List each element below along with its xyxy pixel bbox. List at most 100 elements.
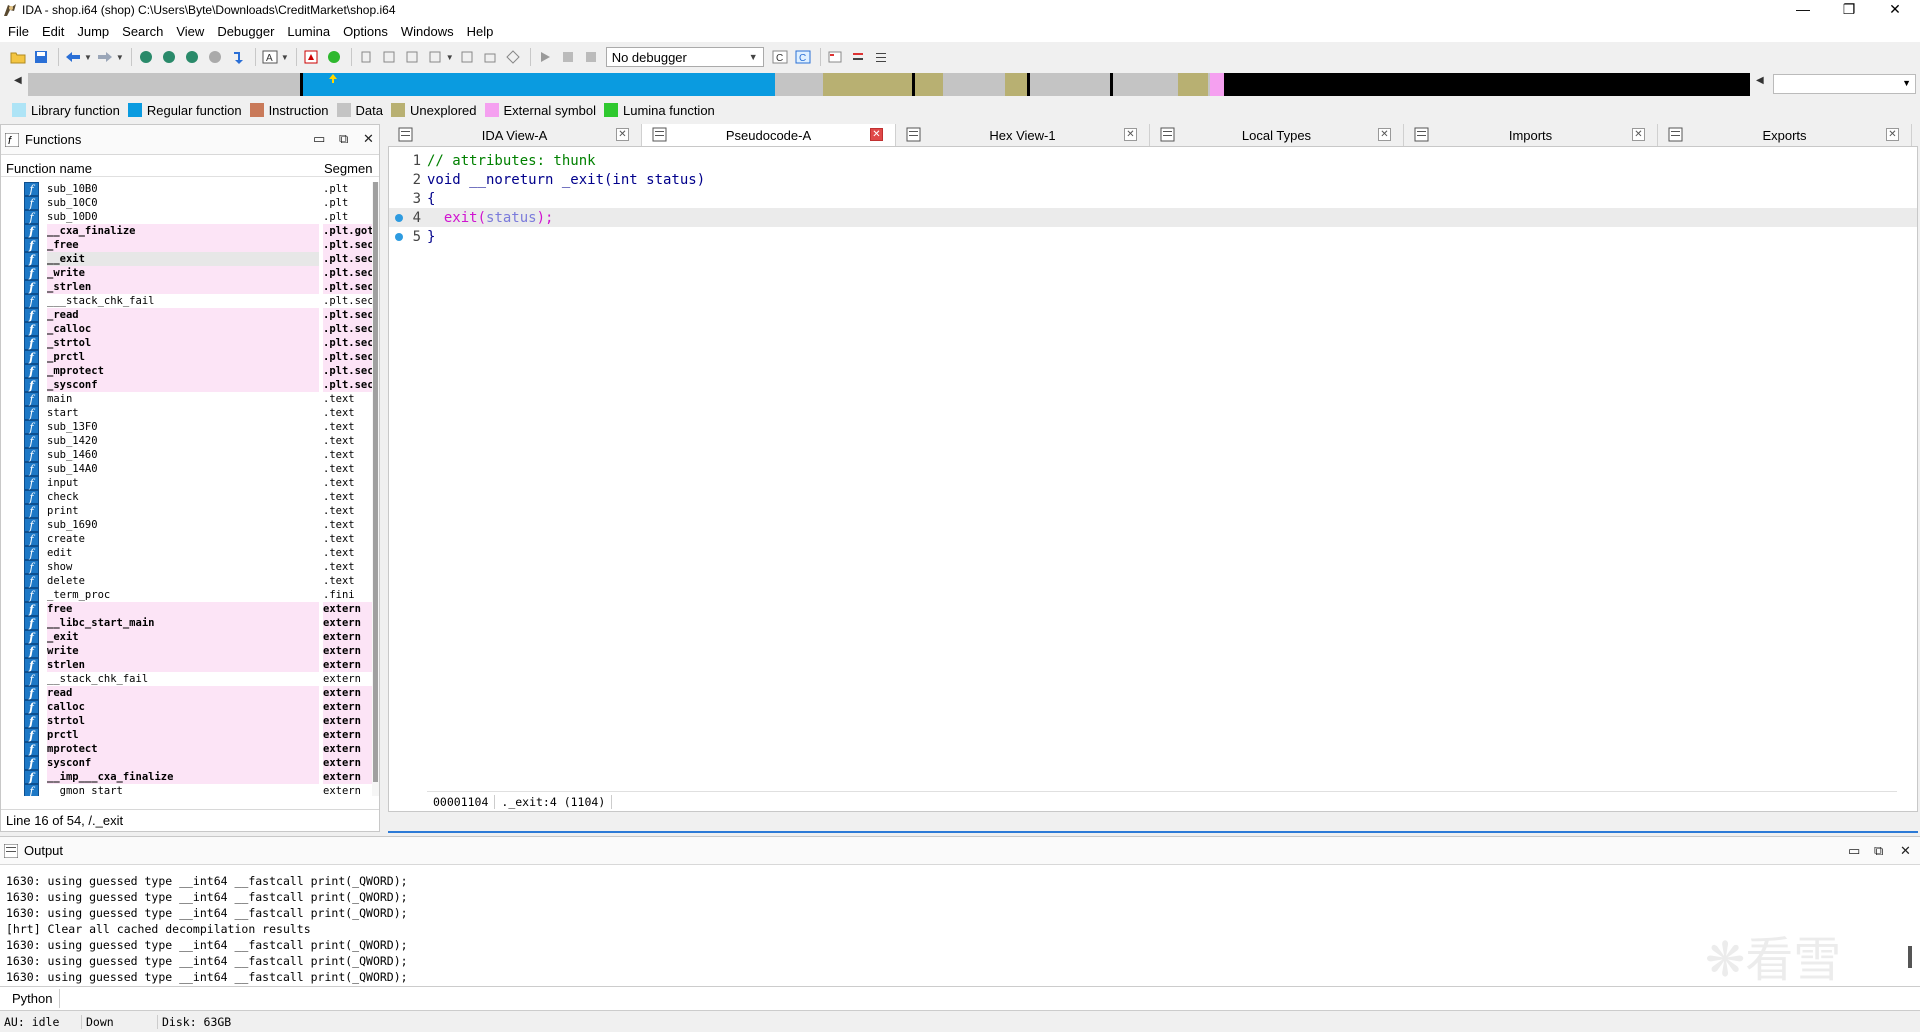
function-row[interactable]: f sub_1420 .text xyxy=(1,434,379,448)
close-icon[interactable]: ✕ xyxy=(1886,128,1899,141)
tab-pseudocode-a[interactable]: Pseudocode-A ✕ xyxy=(642,124,896,146)
play-icon[interactable] xyxy=(535,47,555,67)
function-row[interactable]: f __gmon_start__ extern xyxy=(1,784,379,796)
bookmark-icon[interactable] xyxy=(356,47,376,67)
function-row[interactable]: f input .text xyxy=(1,476,379,490)
code-line[interactable]: 1 // attributes: thunk xyxy=(389,151,1917,170)
function-row[interactable]: f _sysconf .plt.sec xyxy=(1,378,379,392)
menu-edit[interactable]: Edit xyxy=(38,24,73,39)
function-row[interactable]: f edit .text xyxy=(1,546,379,560)
function-row[interactable]: f sub_10B0 .plt xyxy=(1,182,379,196)
function-row[interactable]: f _prctl .plt.sec xyxy=(1,350,379,364)
function-row[interactable]: f main .text xyxy=(1,392,379,406)
tab-ida-view-a[interactable]: IDA View-A ✕ xyxy=(388,124,642,146)
jump-icon[interactable] xyxy=(228,47,248,67)
function-row[interactable]: f __cxa_finalize .plt.got xyxy=(1,224,379,238)
function-row[interactable]: f show .text xyxy=(1,560,379,574)
menu-windows[interactable]: Windows xyxy=(397,24,463,39)
function-row[interactable]: f start .text xyxy=(1,406,379,420)
close-icon[interactable]: ✕ xyxy=(1632,128,1645,141)
output-scrollbar[interactable] xyxy=(1908,946,1912,968)
nav-left-arrow-icon[interactable]: ◀ xyxy=(14,75,22,86)
function-row[interactable]: f sysconf extern xyxy=(1,756,379,770)
function-row[interactable]: f sub_1460 .text xyxy=(1,448,379,462)
string-icon[interactable] xyxy=(182,47,202,67)
menu-options[interactable]: Options xyxy=(339,24,397,39)
function-row[interactable]: f _write .plt.sec xyxy=(1,266,379,280)
close-icon[interactable]: ✕ xyxy=(1124,128,1137,141)
menu-help[interactable]: Help xyxy=(463,24,503,39)
decompile-icon[interactable]: C xyxy=(793,47,813,67)
menu-file[interactable]: File xyxy=(4,24,38,39)
save-icon[interactable] xyxy=(31,47,51,67)
breakpoint-dot-icon[interactable] xyxy=(395,213,403,222)
list-red-icon[interactable] xyxy=(825,47,845,67)
tab-hex-view-1[interactable]: Hex View-1 ✕ xyxy=(896,124,1150,146)
function-row[interactable]: f _strtol .plt.sec xyxy=(1,336,379,350)
columns-icon[interactable] xyxy=(379,47,399,67)
column-function-name[interactable]: Function name xyxy=(6,161,324,176)
close-window-button[interactable]: ✕ xyxy=(1872,0,1918,20)
navigation-strip[interactable] xyxy=(28,73,1750,96)
python-button[interactable]: Python xyxy=(4,989,60,1008)
functions-scrollbar[interactable] xyxy=(372,182,379,796)
chevron-down-icon[interactable]: ▼ xyxy=(446,53,454,62)
data-icon[interactable] xyxy=(159,47,179,67)
back-arrow-icon[interactable] xyxy=(63,47,83,67)
pane-maximize-icon[interactable]: ▭ xyxy=(1848,843,1860,859)
function-row[interactable]: f sub_10D0 .plt xyxy=(1,210,379,224)
code-line[interactable]: 3{ xyxy=(389,189,1917,208)
pane-close-icon[interactable]: ✕ xyxy=(1900,843,1911,859)
function-row[interactable]: f mprotect extern xyxy=(1,742,379,756)
open-folder-icon[interactable] xyxy=(8,47,28,67)
forward-arrow-icon[interactable] xyxy=(95,47,115,67)
code-line[interactable]: 4 exit(status); xyxy=(389,208,1917,227)
function-row[interactable]: f print .text xyxy=(1,504,379,518)
code-line[interactable]: 2 void __noreturn _exit(int status) xyxy=(389,170,1917,189)
function-row[interactable]: f sub_13F0 .text xyxy=(1,420,379,434)
patch-icon[interactable] xyxy=(480,47,500,67)
function-row[interactable]: f delete .text xyxy=(1,574,379,588)
menu-lumina[interactable]: Lumina xyxy=(283,24,339,39)
code-line[interactable]: 5} xyxy=(389,227,1917,246)
pseudocode-view[interactable]: 1 // attributes: thunk 2 void __noreturn _e… xyxy=(388,146,1918,812)
function-row[interactable]: f prctl extern xyxy=(1,728,379,742)
function-row[interactable]: f __libc_start_main extern xyxy=(1,616,379,630)
function-row[interactable]: f _term_proc .fini xyxy=(1,588,379,602)
globe-icon[interactable] xyxy=(324,47,344,67)
minimize-button[interactable]: — xyxy=(1780,0,1826,20)
function-row[interactable]: f strtol extern xyxy=(1,714,379,728)
menu-jump[interactable]: Jump xyxy=(73,24,118,39)
function-row[interactable]: f __stack_chk_fail extern xyxy=(1,672,379,686)
undefine-icon[interactable] xyxy=(205,47,225,67)
function-row[interactable]: f write extern xyxy=(1,644,379,658)
function-row[interactable]: f _free .plt.sec xyxy=(1,238,379,252)
output-log[interactable]: 1630: using guessed type __int64 __fastc… xyxy=(6,873,408,985)
text-icon[interactable]: A xyxy=(260,47,280,67)
function-row[interactable]: f _read .plt.sec xyxy=(1,308,379,322)
command-bar[interactable]: Python xyxy=(0,986,1920,1010)
search-text-icon[interactable] xyxy=(425,47,445,67)
chevron-down-icon[interactable]: ▼ xyxy=(281,53,289,62)
code-icon[interactable] xyxy=(136,47,156,67)
stop-icon[interactable] xyxy=(581,47,601,67)
function-row[interactable]: f create .text xyxy=(1,532,379,546)
function-row[interactable]: f ___stack_chk_fail .plt.sec xyxy=(1,294,379,308)
function-row[interactable]: f check .text xyxy=(1,490,379,504)
nav-right-arrow-icon[interactable]: ◀ xyxy=(1756,75,1764,86)
breakpoint-dot-icon[interactable] xyxy=(395,232,403,241)
pane-float-icon[interactable]: ⧉ xyxy=(339,131,348,147)
function-row[interactable]: f _exit extern xyxy=(1,630,379,644)
menu-view[interactable]: View xyxy=(172,24,213,39)
function-row[interactable]: f sub_14A0 .text xyxy=(1,462,379,476)
pane-float-icon[interactable]: ⧉ xyxy=(1874,843,1883,859)
function-row[interactable]: f calloc extern xyxy=(1,700,379,714)
column-segment[interactable]: Segmen xyxy=(324,161,372,176)
maximize-button[interactable]: ❐ xyxy=(1826,0,1872,20)
chevron-down-icon[interactable]: ▼ xyxy=(84,53,92,62)
function-row[interactable]: f free extern xyxy=(1,602,379,616)
segment-icon[interactable] xyxy=(457,47,477,67)
function-row[interactable]: f sub_10C0 .plt xyxy=(1,196,379,210)
function-row[interactable]: f sub_1690 .text xyxy=(1,518,379,532)
function-row[interactable]: f _mprotect .plt.sec xyxy=(1,364,379,378)
